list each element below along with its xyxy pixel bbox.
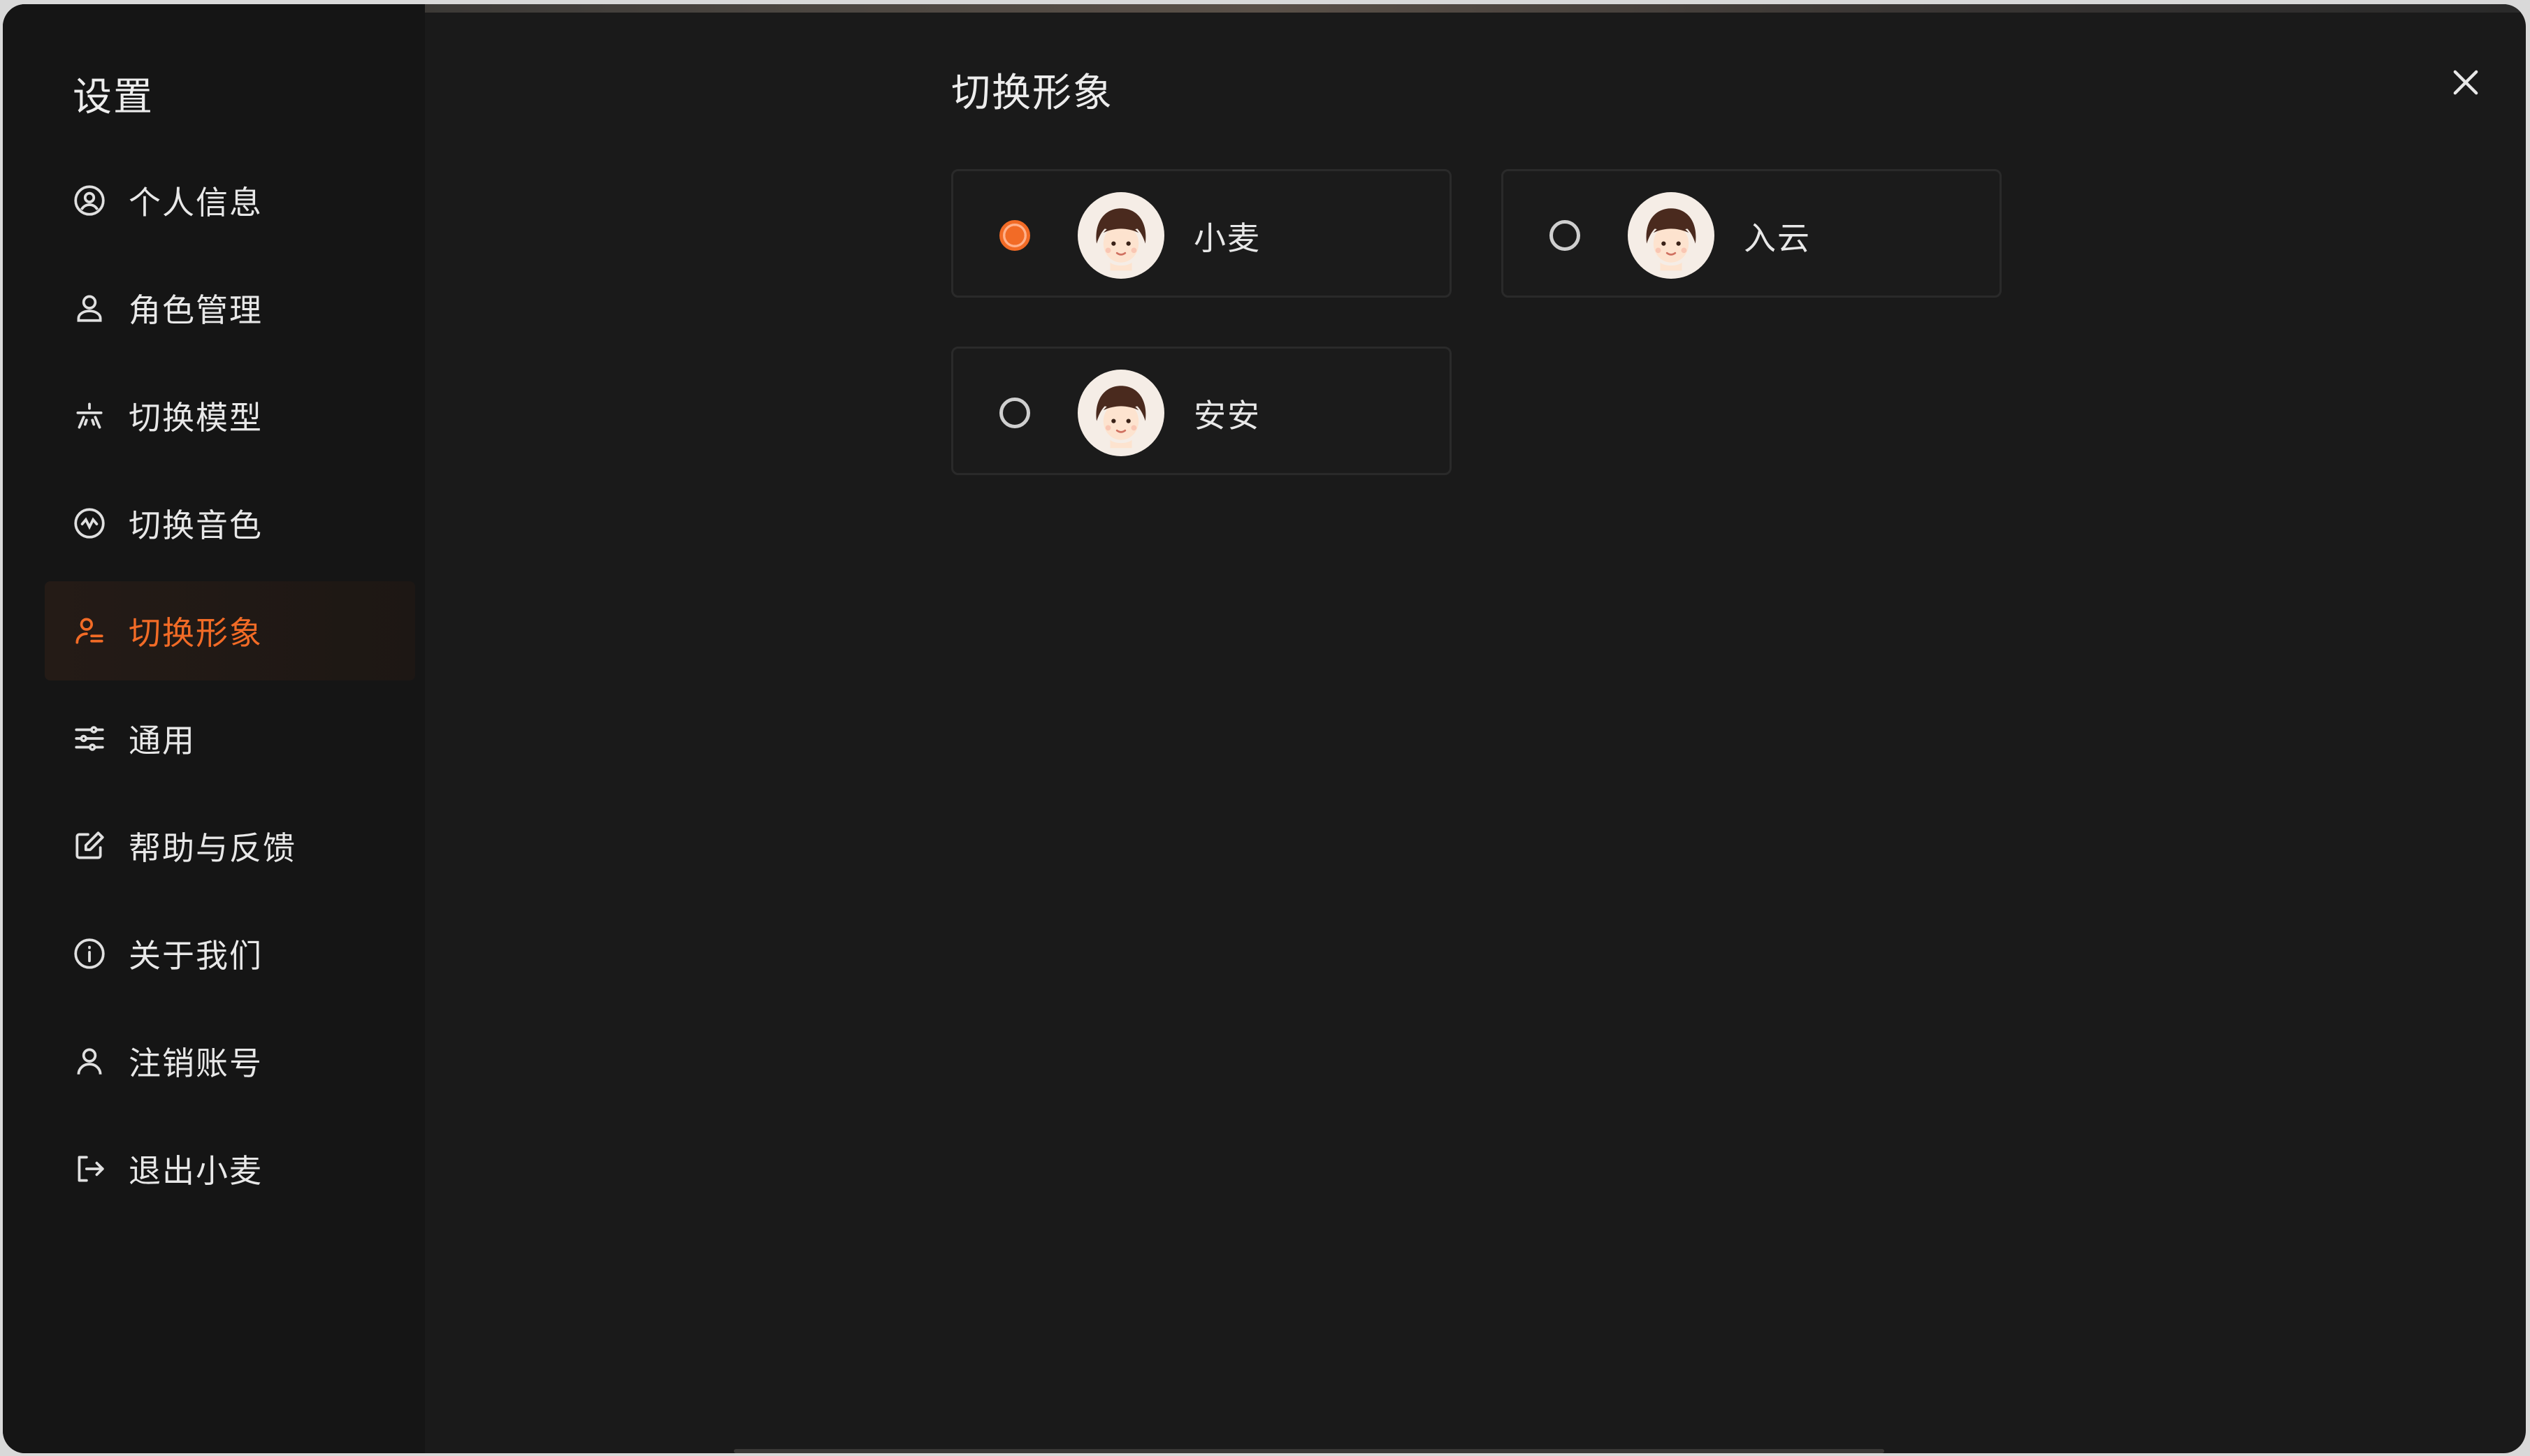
user-circle-icon [70, 181, 109, 220]
sidebar-item-label: 切换音色 [129, 507, 263, 544]
sidebar-item-avatar[interactable]: 切换形象 [45, 581, 415, 680]
user-icon [70, 289, 109, 328]
user-icon [70, 1042, 109, 1081]
sidebar-item-label: 通用 [129, 722, 196, 759]
avatar-name: 安安 [1194, 397, 1261, 435]
radio-button[interactable] [1549, 220, 1580, 251]
radio-button-selected[interactable] [999, 220, 1030, 251]
sidebar-item-label: 注销账号 [129, 1044, 263, 1082]
avatar-girl-icon [1078, 370, 1164, 456]
sliders-icon [70, 719, 109, 758]
info-icon [70, 934, 109, 973]
avatar-name: 小麦 [1194, 219, 1261, 257]
voice-swap-icon [70, 504, 109, 543]
model-icon [70, 396, 109, 435]
avatar-girl-icon [1628, 192, 1714, 279]
sidebar-item-label: 帮助与反馈 [129, 829, 296, 867]
sidebar-item-feedback[interactable]: 帮助与反馈 [45, 796, 415, 896]
page-title: 切换形象 [951, 71, 1113, 116]
settings-dialog: 设置 个人信息 角色管理 切换模型 切换音色 切换形象 通用 帮助与反馈 关于我… [3, 4, 2526, 1453]
sidebar-item-logout[interactable]: 退出小麦 [45, 1119, 415, 1218]
bottom-divider [734, 1449, 1884, 1453]
avatar-switch-icon [70, 611, 109, 650]
close-button[interactable] [2443, 60, 2488, 105]
close-icon [2453, 70, 2478, 95]
sidebar-title: 设置 [73, 75, 154, 120]
sidebar-item-label: 角色管理 [129, 291, 263, 329]
sidebar-item-model[interactable]: 切换模型 [45, 366, 415, 465]
sidebar-item-profile[interactable]: 个人信息 [45, 151, 415, 250]
edit-icon [70, 827, 109, 866]
logout-icon [70, 1149, 109, 1188]
sidebar-item-label: 退出小麦 [129, 1152, 263, 1190]
sidebar-item-about[interactable]: 关于我们 [45, 904, 415, 1003]
sidebar-item-roles[interactable]: 角色管理 [45, 259, 415, 358]
avatar-option-card[interactable]: 小麦 [951, 169, 1452, 298]
sidebar-item-label: 关于我们 [129, 937, 263, 975]
radio-button[interactable] [999, 398, 1030, 428]
avatar-name: 入云 [1744, 219, 1811, 257]
sidebar-item-general[interactable]: 通用 [45, 689, 415, 788]
sidebar-item-voice[interactable]: 切换音色 [45, 474, 415, 573]
sidebar-item-label: 切换模型 [129, 399, 263, 437]
sidebar-item-label: 切换形象 [129, 614, 263, 652]
sidebar-item-delete-account[interactable]: 注销账号 [45, 1012, 415, 1111]
avatar-option-card[interactable]: 入云 [1501, 169, 2002, 298]
sidebar: 设置 个人信息 角色管理 切换模型 切换音色 切换形象 通用 帮助与反馈 关于我… [3, 4, 425, 1453]
sidebar-item-label: 个人信息 [129, 184, 263, 221]
avatar-girl-icon [1078, 192, 1164, 279]
avatar-option-card[interactable]: 安安 [951, 347, 1452, 475]
